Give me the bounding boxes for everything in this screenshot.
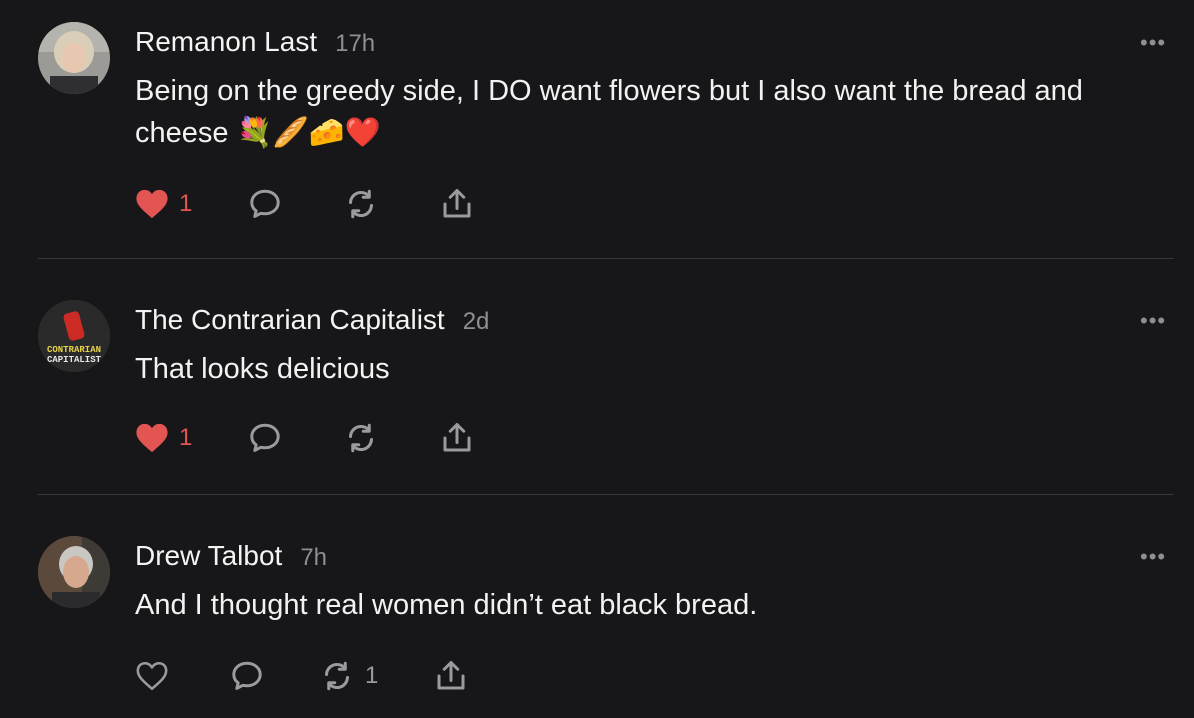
- comment-bubble-icon: [250, 189, 280, 218]
- comment-text: Being on the greedy side, I DO want flow…: [135, 75, 1083, 149]
- like-count: 1: [179, 424, 193, 451]
- reply-button[interactable]: [247, 184, 283, 224]
- avatar-logo-text-1: CONTRARIAN: [47, 345, 101, 355]
- share-button[interactable]: [433, 656, 469, 696]
- more-options-button[interactable]: •••: [1140, 30, 1166, 56]
- share-icon: [437, 661, 465, 690]
- timestamp: 7h: [300, 544, 328, 571]
- like-count: 1: [179, 190, 193, 217]
- share-button[interactable]: [439, 184, 475, 224]
- share-icon: [443, 189, 471, 218]
- restack-icon: [349, 189, 373, 219]
- avatar-image: [38, 536, 110, 608]
- author-name[interactable]: The Contrarian Capitalist 2d: [135, 304, 489, 336]
- heart-outline-icon: [136, 661, 168, 691]
- reply-button[interactable]: [247, 418, 283, 458]
- share-icon: [443, 423, 471, 452]
- reply-button[interactable]: [229, 656, 265, 696]
- avatar[interactable]: CONTRARIAN CAPITALIST: [38, 300, 110, 372]
- more-options-button[interactable]: •••: [1140, 308, 1166, 334]
- comment-bubble-icon: [250, 423, 280, 452]
- divider: [38, 258, 1174, 259]
- heart-filled-icon: [136, 423, 168, 453]
- like-button[interactable]: [135, 656, 169, 696]
- author-name-text[interactable]: The Contrarian Capitalist: [135, 304, 445, 335]
- restack-icon: [325, 661, 349, 691]
- timestamp: 2d: [462, 308, 490, 335]
- author-name-text[interactable]: Remanon Last: [135, 26, 317, 57]
- author-name[interactable]: Remanon Last 17h: [135, 26, 375, 58]
- avatar-image: CONTRARIAN CAPITALIST: [38, 300, 110, 372]
- avatar[interactable]: [38, 22, 110, 94]
- comment-bubble-icon: [232, 661, 262, 690]
- author-name[interactable]: Drew Talbot 7h: [135, 540, 327, 572]
- restack-button[interactable]: 1: [319, 656, 378, 696]
- avatar-image: [38, 22, 110, 94]
- comment-text: And I thought real women didn’t eat blac…: [135, 589, 758, 621]
- restack-button[interactable]: [343, 184, 379, 224]
- avatar-logo-text-2: CAPITALIST: [47, 355, 102, 365]
- divider: [38, 494, 1174, 495]
- author-name-text[interactable]: Drew Talbot: [135, 540, 282, 571]
- comment-text: That looks delicious: [135, 353, 390, 385]
- like-button[interactable]: 1: [135, 418, 192, 458]
- share-button[interactable]: [439, 418, 475, 458]
- like-button[interactable]: 1: [135, 184, 192, 224]
- avatar[interactable]: [38, 536, 110, 608]
- timestamp: 17h: [335, 30, 376, 57]
- restack-count: 1: [365, 662, 379, 689]
- more-options-button[interactable]: •••: [1140, 544, 1166, 570]
- heart-filled-icon: [136, 189, 168, 219]
- restack-button[interactable]: [343, 418, 379, 458]
- restack-icon: [349, 423, 373, 453]
